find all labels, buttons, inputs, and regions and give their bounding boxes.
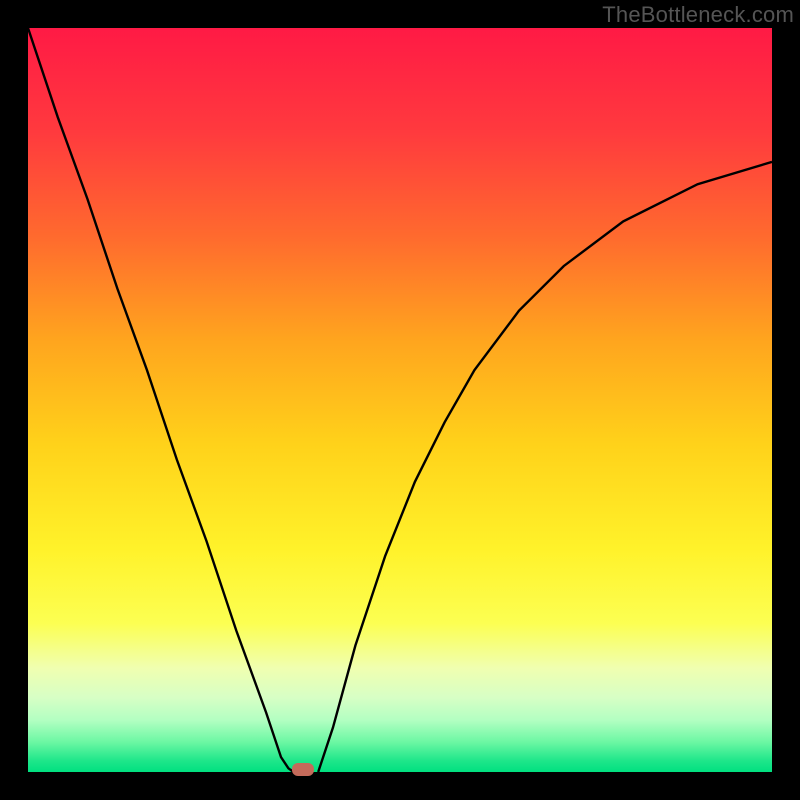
chart-svg bbox=[28, 28, 772, 772]
gradient-background bbox=[28, 28, 772, 772]
plot-area bbox=[28, 28, 772, 772]
chart-frame: TheBottleneck.com bbox=[0, 0, 800, 800]
watermark-text: TheBottleneck.com bbox=[602, 2, 794, 28]
optimum-marker bbox=[292, 763, 314, 776]
